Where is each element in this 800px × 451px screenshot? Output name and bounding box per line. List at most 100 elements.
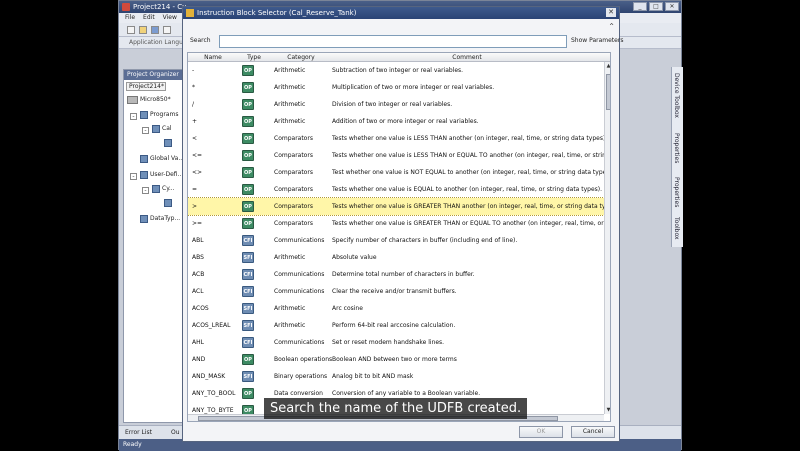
column-header-comment[interactable]: Comment: [332, 53, 602, 62]
error-list-tab[interactable]: Error List: [125, 429, 152, 436]
scroll-thumb[interactable]: [606, 74, 610, 110]
cell-comment: Tests whether one value is GREATER THAN …: [332, 203, 604, 210]
table-row[interactable]: < OP Comparators Tests whether one value is…: [188, 130, 604, 147]
tree-item-local-vars[interactable]: [164, 138, 174, 148]
cell-comment: Multiplication of two or more integer or…: [332, 84, 495, 91]
cell-category: Binary operations: [274, 373, 328, 380]
cell-type: SFI: [241, 300, 255, 317]
close-icon[interactable]: ✕: [665, 2, 679, 11]
datatype-icon: [140, 214, 148, 223]
table-row[interactable]: AND OP Boolean operations Boolean AND betwe…: [188, 351, 604, 368]
table-row[interactable]: ABS SFI Arithmetic Absolute value: [188, 249, 604, 266]
tree-item-datatypes[interactable]: DataTyp...: [140, 214, 180, 224]
dialog-title-bar: Instruction Block Selector (Cal_Reserve_…: [183, 7, 619, 19]
cell-comment: Tests whether one value is GREATER THAN …: [332, 220, 604, 227]
operator-block-icon: OP: [242, 133, 254, 144]
cell-name: ANY_TO_BOOL: [192, 390, 236, 397]
collapse-icon[interactable]: -: [130, 113, 137, 120]
minimize-icon[interactable]: _: [633, 2, 647, 11]
collapse-icon[interactable]: -: [142, 127, 149, 134]
tree-item-global-vars[interactable]: Global Va...: [140, 154, 184, 164]
table-row[interactable]: <> OP Comparators Test whether one value is…: [188, 164, 604, 181]
maximize-icon[interactable]: □: [649, 2, 663, 11]
table-row[interactable]: / OP Arithmetic Division of two integer or …: [188, 96, 604, 113]
table-row[interactable]: <= OP Comparators Tests whether one value i…: [188, 147, 604, 164]
cell-comment: Subtraction of two integer or real varia…: [332, 67, 464, 74]
cell-category: Arithmetic: [274, 305, 306, 312]
tree-item-cal[interactable]: Cal: [152, 124, 172, 134]
table-row[interactable]: + OP Arithmetic Addition of two or more int…: [188, 113, 604, 130]
cell-name: AND_MASK: [192, 373, 226, 380]
tree-item-udfb[interactable]: Cy...: [152, 184, 175, 194]
ok-button[interactable]: OK: [519, 426, 563, 438]
table-row[interactable]: = OP Comparators Tests whether one value is…: [188, 181, 604, 198]
properties-tab-2[interactable]: Properties: [673, 177, 680, 207]
table-row[interactable]: AND_MASK SFI Binary operations Analog bit t…: [188, 368, 604, 385]
cell-comment: Arc cosine: [332, 305, 363, 312]
scroll-up-icon[interactable]: ▲: [605, 62, 610, 70]
cell-type: OP: [241, 147, 255, 164]
folder-icon: [140, 170, 148, 179]
project-tab[interactable]: Project214*: [126, 82, 166, 91]
tree-item-udfb-vars[interactable]: [164, 198, 174, 208]
show-parameters-button[interactable]: Show Parameters: [571, 37, 623, 44]
table-row[interactable]: > OP Comparators Tests whether one value is…: [188, 197, 604, 216]
table-row[interactable]: AHL CFI Communications Set or reset modem h…: [188, 334, 604, 351]
operator-block-icon: OP: [242, 354, 254, 365]
tree-item-label: User-Defi...: [150, 171, 184, 178]
cut-icon[interactable]: [163, 26, 171, 34]
column-header-name[interactable]: Name: [188, 53, 238, 62]
cell-comment: Analog bit to bit AND mask: [332, 373, 414, 380]
table-row[interactable]: ABL CFI Communications Specify number of ch…: [188, 232, 604, 249]
cell-category: Arithmetic: [274, 254, 306, 261]
function-block-icon: CFI: [242, 337, 254, 348]
vertical-scrollbar[interactable]: ▲ ▼: [604, 62, 610, 414]
function-block-icon: SFI: [242, 371, 254, 382]
toolbox-tab[interactable]: Toolbox: [673, 217, 680, 240]
dialog-title: Instruction Block Selector (Cal_Reserve_…: [197, 9, 357, 17]
cell-comment: Boolean AND between two or more terms: [332, 356, 457, 363]
column-header-category[interactable]: Category: [270, 53, 332, 62]
open-icon[interactable]: [139, 26, 147, 34]
cell-comment: Clear the receive and/or transmit buffer…: [332, 288, 457, 295]
table-row[interactable]: ACOS_LREAL SFI Arithmetic Perform 64-bit re…: [188, 317, 604, 334]
collapse-icon[interactable]: -: [142, 187, 149, 194]
table-row[interactable]: - OP Arithmetic Subtraction of two integer …: [188, 62, 604, 79]
search-input[interactable]: [219, 35, 567, 48]
menu-file[interactable]: File: [125, 13, 135, 23]
collapse-chevron-icon[interactable]: ⌃: [608, 22, 615, 31]
status-text: Ready: [123, 441, 142, 448]
tree-item-controller[interactable]: Micro850*: [127, 95, 171, 105]
function-block-icon: SFI: [242, 320, 254, 331]
cell-comment: Specify number of characters in buffer (…: [332, 237, 518, 244]
cell-type: OP: [241, 385, 255, 402]
table-row[interactable]: ACL CFI Communications Clear the receive an…: [188, 283, 604, 300]
table-row[interactable]: ACB CFI Communications Determine total numb…: [188, 266, 604, 283]
cell-comment: Division of two integer or real variable…: [332, 101, 453, 108]
cell-category: Comparators: [274, 152, 313, 159]
table-row[interactable]: * OP Arithmetic Multiplication of two or mo…: [188, 79, 604, 96]
table-row[interactable]: ACOS SFI Arithmetic Arc cosine: [188, 300, 604, 317]
cancel-button[interactable]: Cancel: [571, 426, 615, 438]
menu-edit[interactable]: Edit: [143, 13, 155, 23]
cell-name: +: [192, 118, 198, 125]
tree-item-user-defined[interactable]: User-Defi...: [140, 170, 183, 180]
menu-view[interactable]: View: [163, 13, 177, 23]
instruction-grid: Name Type Category Comment - OP Arithmetic…: [187, 52, 611, 422]
tree-item-programs[interactable]: Programs: [140, 110, 178, 120]
close-icon[interactable]: ✕: [606, 8, 616, 17]
scroll-down-icon[interactable]: ▼: [605, 406, 610, 414]
cell-type: OP: [241, 79, 255, 96]
variables-icon: [164, 138, 172, 147]
save-icon[interactable]: [151, 26, 159, 34]
column-header-type[interactable]: Type: [238, 53, 270, 62]
table-row[interactable]: >= OP Comparators Tests whether one value i…: [188, 215, 604, 232]
output-tab[interactable]: Ou: [171, 429, 180, 436]
new-icon[interactable]: [127, 26, 135, 34]
collapse-icon[interactable]: -: [130, 173, 137, 180]
properties-tab[interactable]: Properties: [673, 133, 680, 163]
device-toolbox-tab[interactable]: Device Toolbox: [673, 73, 680, 118]
cell-category: Communications: [274, 237, 325, 244]
cell-type: OP: [241, 198, 255, 215]
operator-block-icon: OP: [242, 82, 254, 93]
